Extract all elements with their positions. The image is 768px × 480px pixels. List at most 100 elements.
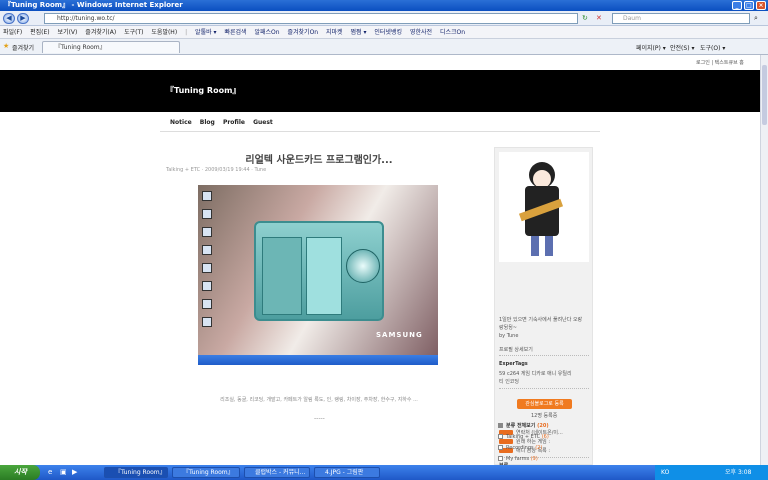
desktop-icon <box>202 191 212 201</box>
back-icon[interactable]: ◀ <box>3 13 15 24</box>
taskbar-item-paint[interactable]: 4.JPG - 그림판 <box>314 467 380 478</box>
nav-profile[interactable]: Profile <box>223 119 245 126</box>
sidebar: 1일만 있으면 기숙사에서 풀려난다 오랑 랑뒹뒹~ by Tune 프로필 상… <box>494 147 593 465</box>
favorites-star-icon[interactable]: ★ <box>3 42 9 50</box>
avatar-leg <box>531 236 539 256</box>
menu-file[interactable]: 파일(F) <box>0 26 25 38</box>
brand-logo: SAMSUNG <box>376 331 423 339</box>
subscriber-count: 12명 등록중 <box>531 413 558 419</box>
toolbar-link-quick-search[interactable]: 빠른검색 <box>221 26 249 38</box>
toolbar-link-jjeomjjeom[interactable]: 쩜쩜 ▾ <box>348 26 370 38</box>
desktop-icon <box>202 209 212 219</box>
forward-icon[interactable]: ▶ <box>17 13 29 24</box>
address-toolbar: ◀ ▶ http://tuning.wo.tc/ ↻ ✕ Daum ⌕ <box>0 11 768 26</box>
post-image: SAMSUNG <box>198 185 438 365</box>
safety-menu[interactable]: 안전(S) ▾ <box>670 43 694 52</box>
windows-taskbar: 시작 e ▣ ▶ 『Tuning Room』 『Tuning Room』 클럽박… <box>0 465 768 480</box>
desktop-icon <box>202 245 212 255</box>
top-links[interactable]: 로그인 | 텍스트큐브 홈 <box>696 59 744 66</box>
browser-tab[interactable]: 『Tuning Room』 <box>42 41 180 53</box>
start-button[interactable]: 시작 <box>0 465 40 480</box>
desktop-icon <box>202 263 212 273</box>
toolbar-link-gmarket[interactable]: 지마켓 <box>323 26 346 38</box>
category-item[interactable]: My farms (9) <box>498 456 538 462</box>
toolbar-link-altoolbar[interactable]: 알툴바 ▾ <box>192 26 219 38</box>
checkbox-icon <box>498 456 503 461</box>
sidebar-divider <box>499 355 589 356</box>
quicklaunch-ie-icon[interactable]: e <box>48 468 52 476</box>
image-taskbar <box>198 355 438 365</box>
category-item[interactable]: Recordings (2) <box>498 445 542 451</box>
close-button[interactable]: × <box>756 1 766 10</box>
avatar-leg <box>545 236 553 256</box>
toolbar-link-favorites-on[interactable]: 즐겨찾기On <box>284 26 321 38</box>
toolbar-link-dictionary[interactable]: 영한사전 <box>407 26 435 38</box>
desktop-icon <box>202 281 212 291</box>
language-indicator[interactable]: KO <box>661 469 669 476</box>
favorites-button[interactable]: 즐겨찾기 <box>12 43 34 52</box>
audio-player-window <box>254 221 384 321</box>
volume-knob <box>346 249 380 283</box>
blog-title[interactable]: 『Tuning Room』 <box>166 86 240 95</box>
search-input[interactable]: Daum <box>612 13 750 24</box>
menu-help[interactable]: 도움말(H) <box>148 26 180 38</box>
scrollbar-thumb[interactable] <box>762 65 767 125</box>
minimize-button[interactable]: _ <box>732 1 742 10</box>
menu-favorites[interactable]: 즐겨찾기(A) <box>82 26 119 38</box>
blog-header: 『Tuning Room』 <box>0 70 760 112</box>
desktop-icon <box>202 317 212 327</box>
post-divider: ----- <box>314 415 325 422</box>
checkbox-icon <box>498 434 503 439</box>
nav-blog[interactable]: Blog <box>200 119 215 126</box>
desktop-icon <box>202 227 212 237</box>
nav-divider <box>160 131 600 132</box>
sidebar-divider <box>499 388 589 389</box>
tags-heading: ExperTags <box>499 361 528 367</box>
page-menu[interactable]: 페이지(P) ▾ <box>636 43 666 52</box>
post-title[interactable]: 리얼텍 사운드카드 프로그램인가... <box>166 151 472 166</box>
quicklaunch-desktop-icon[interactable]: ▣ <box>60 468 67 476</box>
desktop-icon <box>202 299 212 309</box>
clock: 오후 3:08 <box>725 469 752 476</box>
blog-nav: Notice Blog Profile Guest <box>170 118 279 128</box>
menu-bar: 파일(F) 편집(E) 보기(V) 즐겨찾기(A) 도구(T) 도움말(H) |… <box>0 26 768 39</box>
nav-notice[interactable]: Notice <box>170 119 192 126</box>
window-title-bar: 『Tuning Room』 - Windows Internet Explore… <box>0 0 768 11</box>
profile-detail-link[interactable]: 프로필 상세보기 <box>499 346 533 353</box>
toolbar-link-alpass[interactable]: 알패스On <box>251 26 282 38</box>
equalizer-panel <box>262 237 302 315</box>
taskbar-item-clubbox[interactable]: 클럽박스 - 커뮤니... <box>244 467 310 478</box>
category-item[interactable]: Talking + ETC (6) <box>498 434 549 440</box>
menu-tools[interactable]: 도구(T) <box>121 26 146 38</box>
post-tags: 리조실, 동굴, 리코딩, 개발고, 카페트가 알림 록도, 인, 랭링, 차이… <box>220 397 418 403</box>
taskbar-item-tuning-room-2[interactable]: 『Tuning Room』 <box>172 467 240 478</box>
quicklaunch-media-icon[interactable]: ▶ <box>72 468 77 476</box>
category-all[interactable]: 분류 전체보기 (20) <box>498 422 549 429</box>
search-icon[interactable]: ⌕ <box>754 14 758 23</box>
window-title: 『Tuning Room』 - Windows Internet Explore… <box>4 1 183 9</box>
checkbox-icon <box>498 445 503 450</box>
profile-desc-1: 1일만 있으면 기숙사에서 풀려난다 오랑 <box>499 317 583 323</box>
system-tray: KO 오후 3:08 <box>655 465 768 480</box>
maximize-button[interactable]: □ <box>744 1 754 10</box>
nav-guest[interactable]: Guest <box>253 119 273 126</box>
toolbar-link-disk-on[interactable]: 디스크On <box>437 26 468 38</box>
stop-icon[interactable]: ✕ <box>596 14 602 22</box>
address-input[interactable]: http://tuning.wo.tc/ <box>44 13 578 24</box>
refresh-icon[interactable]: ↻ <box>582 14 588 22</box>
vertical-scrollbar[interactable] <box>760 55 768 465</box>
taskbar-item-tuning-room-1[interactable]: 『Tuning Room』 <box>104 467 168 478</box>
folder-icon <box>498 423 503 428</box>
post-meta: Talking + ETC · 2009/03/19 19:44 · Tune <box>166 167 267 173</box>
tools-menu[interactable]: 도구(O) ▾ <box>700 43 725 52</box>
tag-cloud-2[interactable]: 티 인코딩 <box>499 378 519 385</box>
subscribe-button[interactable]: 관심블로그로 등록 <box>517 399 572 409</box>
profile-avatar <box>499 152 589 262</box>
profile-desc-2: 랑뒹뒹~ <box>499 325 517 331</box>
profile-name: by Tune <box>499 333 519 339</box>
toolbar-link-banking[interactable]: 인터넷뱅킹 <box>371 26 405 38</box>
menu-edit[interactable]: 편집(E) <box>27 26 53 38</box>
tag-cloud-1[interactable]: 59 c264 게임 디카로 애니 유틸리 <box>499 370 572 377</box>
favorites-bar: ★ 즐겨찾기 『Tuning Room』 페이지(P) ▾ 안전(S) ▾ 도구… <box>0 39 768 55</box>
menu-view[interactable]: 보기(V) <box>55 26 81 38</box>
